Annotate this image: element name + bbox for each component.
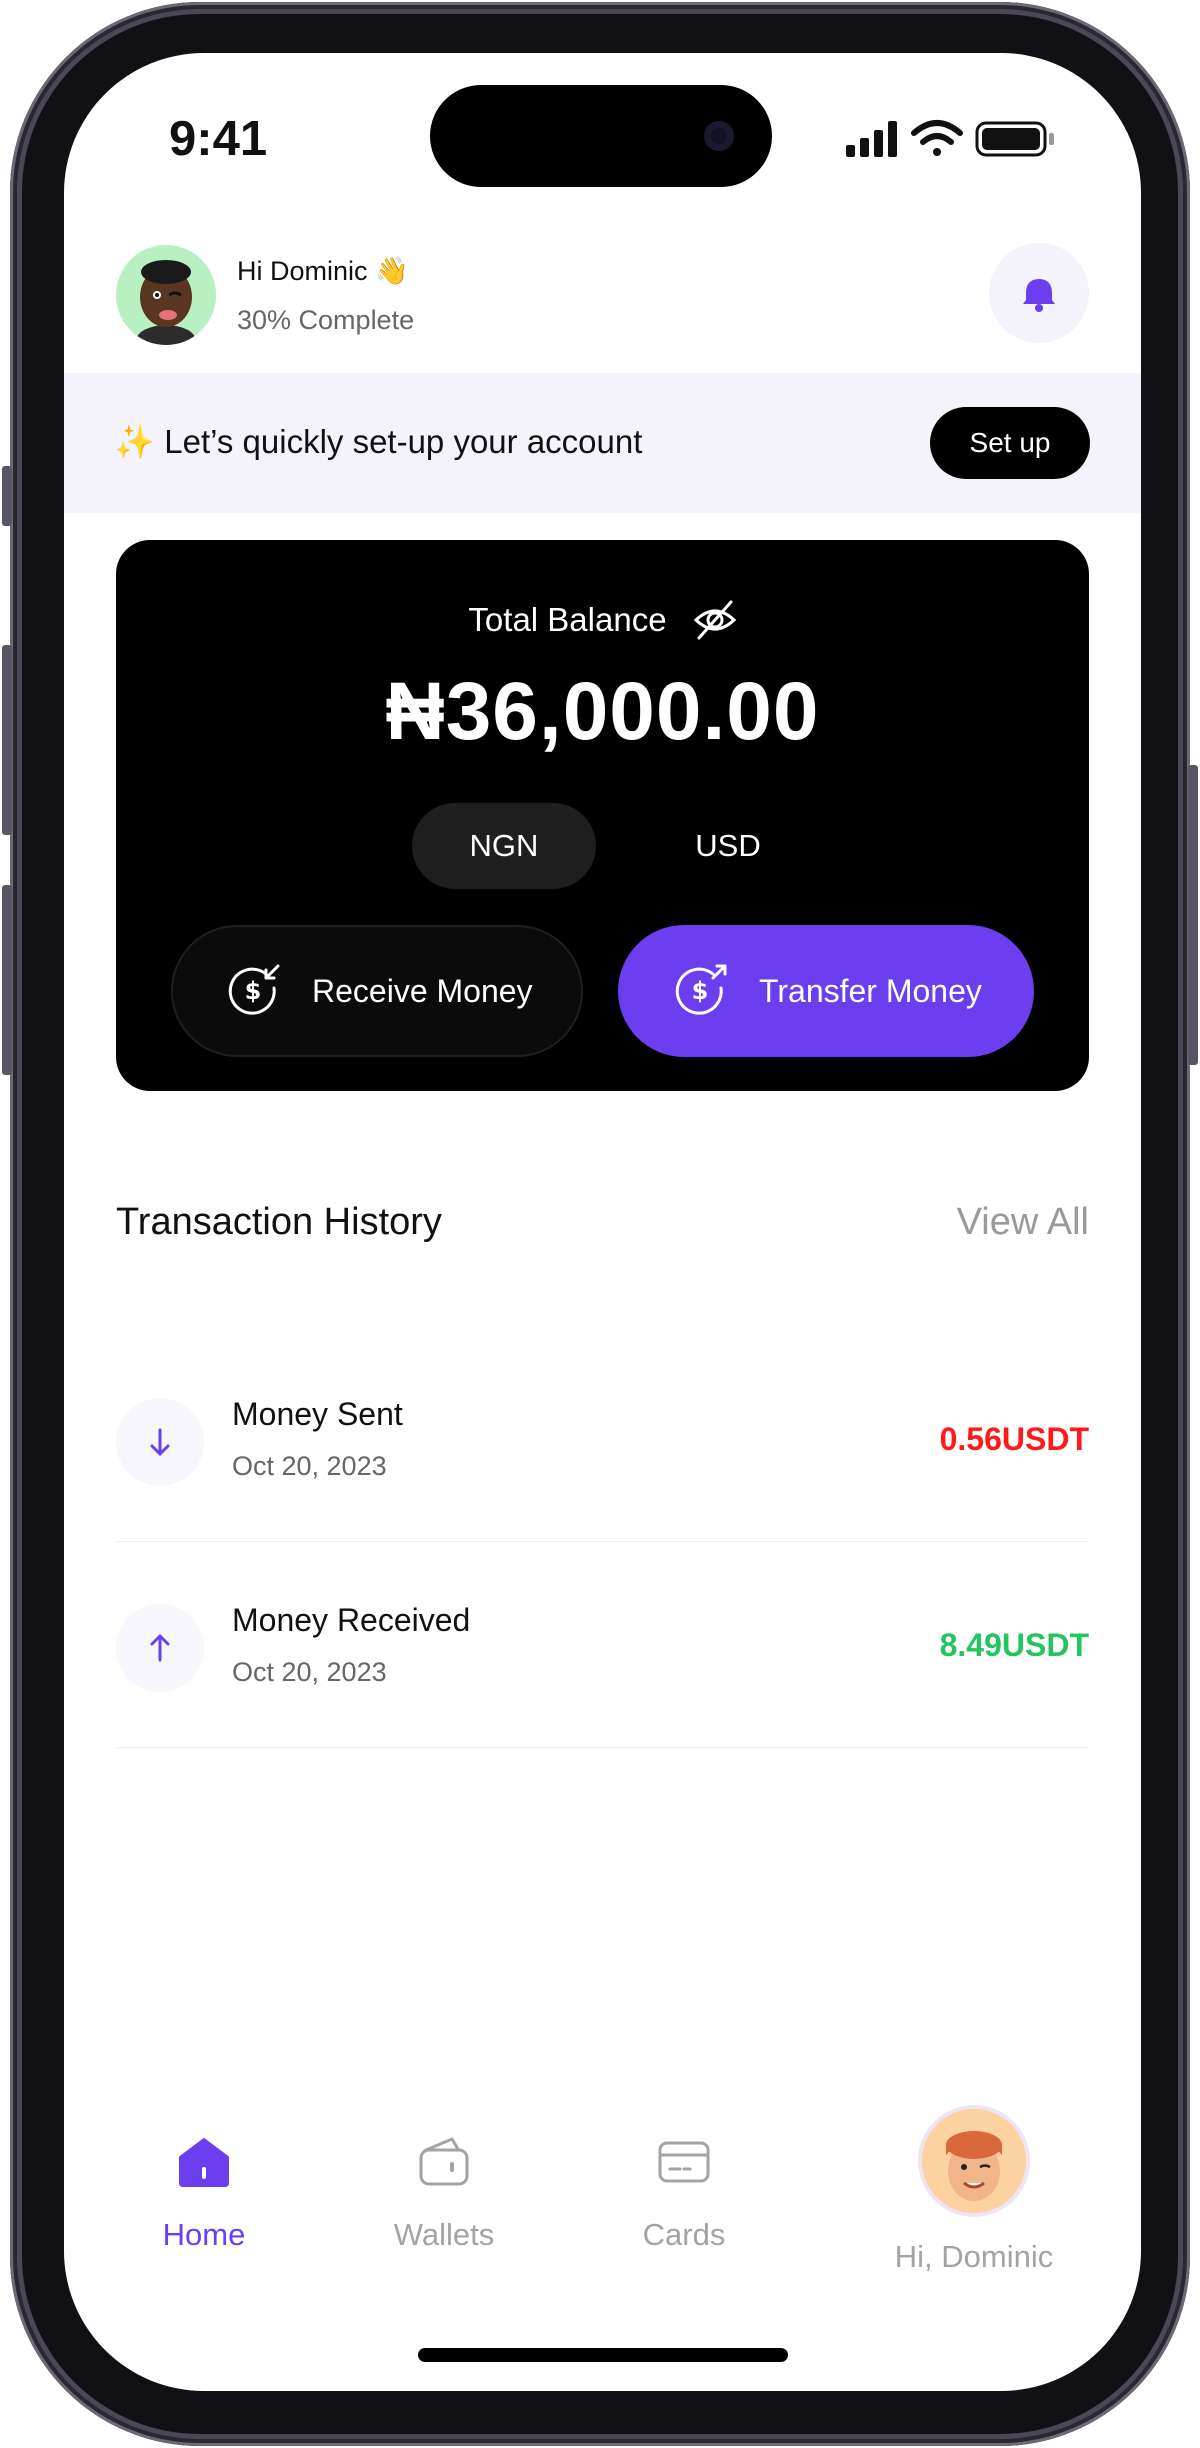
arrow-up-icon: [116, 1604, 204, 1692]
notification-button[interactable]: [989, 243, 1089, 343]
bell-icon: [1023, 279, 1055, 312]
transaction-name: Money Received: [232, 1602, 471, 1638]
arrow-down-icon: [116, 1398, 204, 1486]
wallet-icon: [419, 2137, 469, 2186]
profile-avatar: [922, 2109, 1026, 2213]
home-icon: [179, 2138, 229, 2187]
total-balance-label: Total Balance: [468, 601, 667, 638]
card-icon: [658, 2141, 710, 2183]
side-button-power: [1188, 765, 1198, 1065]
balance-amount: ₦36,000.00: [385, 666, 820, 757]
status-time: 9:41: [169, 112, 268, 166]
side-button-volume-down: [2, 885, 12, 1075]
nav-wallets-label: Wallets: [393, 2217, 495, 2252]
side-button-volume-up: [2, 645, 12, 835]
wifi-icon: [911, 120, 963, 156]
eye-off-icon[interactable]: [693, 598, 737, 642]
svg-text:$: $: [245, 977, 262, 1005]
nav-cards-label: Cards: [642, 2217, 726, 2252]
front-camera-icon: [704, 121, 734, 151]
transfer-money-label: Transfer Money: [759, 972, 982, 1009]
nav-profile[interactable]: Hi, Dominic: [864, 2109, 1084, 2275]
setup-banner: ✨ Let’s quickly set-up your account Set …: [64, 373, 1141, 513]
setup-banner-text: ✨ Let’s quickly set-up your account: [114, 423, 643, 460]
transaction-row[interactable]: Money Sent Oct 20, 2023 0.56USDT: [116, 1341, 1089, 1542]
currency-toggle-ngn[interactable]: NGN: [412, 803, 596, 889]
view-all-link[interactable]: View All: [957, 1201, 1089, 1244]
app-screen: 9:41 Hi Dominic 👋 30% Complete ✨ Let’s q…: [64, 53, 1141, 2391]
setup-button[interactable]: Set up: [930, 407, 1090, 479]
receive-money-label: Receive Money: [312, 972, 533, 1009]
balance-card: Total Balance ₦36,000.00 NGN USD $ Recei…: [116, 540, 1089, 1091]
status-icons: [844, 119, 1059, 159]
transaction-history-title: Transaction History: [116, 1201, 442, 1243]
home-indicator[interactable]: [418, 2348, 788, 2362]
dynamic-island: [430, 85, 772, 187]
profile-progress-text: 30% Complete: [237, 305, 415, 335]
battery-icon: [975, 121, 1054, 157]
transaction-date: Oct 20, 2023: [232, 1657, 387, 1687]
svg-text:$: $: [692, 977, 709, 1005]
total-balance-row: Total Balance: [116, 598, 1089, 642]
nav-wallets[interactable]: Wallets: [364, 2133, 524, 2253]
transaction-amount: 0.56USDT: [939, 1421, 1089, 1457]
user-avatar[interactable]: [116, 245, 216, 345]
transfer-dollar-icon: $: [675, 964, 727, 1015]
nav-home[interactable]: Home: [134, 2133, 274, 2253]
receive-money-button[interactable]: $ Receive Money: [171, 925, 583, 1057]
nav-home-label: Home: [162, 2217, 246, 2252]
transaction-row[interactable]: Money Received Oct 20, 2023 8.49USDT: [116, 1547, 1089, 1748]
greeting-text: Hi Dominic 👋: [237, 256, 409, 286]
side-button-action: [2, 466, 12, 526]
nav-cards[interactable]: Cards: [614, 2133, 754, 2253]
transaction-name: Money Sent: [232, 1396, 403, 1432]
transaction-date: Oct 20, 2023: [232, 1451, 387, 1481]
nav-profile-label: Hi, Dominic: [894, 2239, 1054, 2274]
transfer-money-button[interactable]: $ Transfer Money: [618, 925, 1034, 1057]
signal-icon: [846, 121, 897, 157]
transaction-amount: 8.49USDT: [939, 1627, 1089, 1663]
receive-dollar-icon: $: [228, 964, 280, 1015]
currency-toggle-usd[interactable]: USD: [636, 803, 820, 889]
